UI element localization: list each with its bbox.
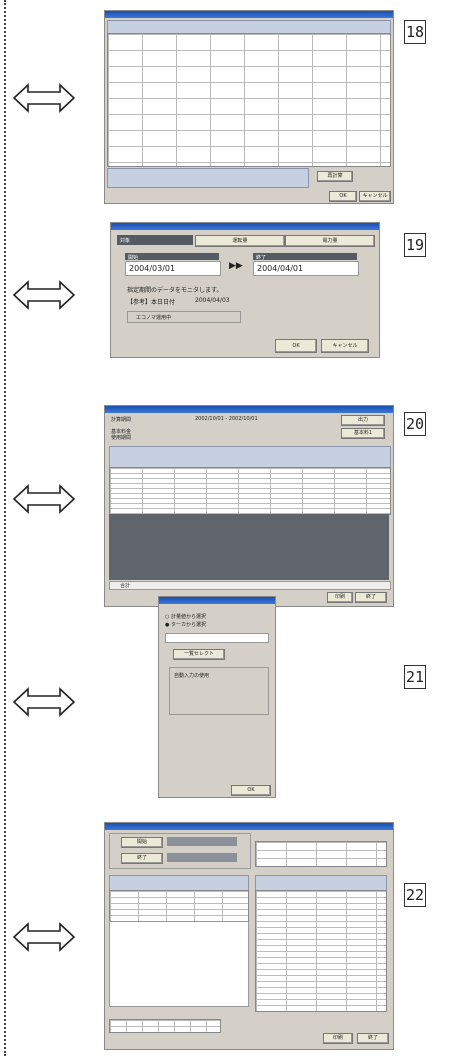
start-label-bar: 開始	[125, 253, 219, 261]
data-table	[107, 33, 391, 167]
data-table	[109, 467, 391, 515]
window-titlebar	[159, 597, 275, 604]
reference-date: 2004/04/03	[195, 297, 230, 304]
print-button[interactable]: 印刷	[327, 592, 353, 603]
radio-option-1[interactable]: ○ 計量値から選択	[165, 613, 206, 620]
step-number: 19	[404, 233, 426, 257]
target-tab: 対象	[117, 235, 193, 245]
list-select-button[interactable]: 一覧セレクト	[173, 649, 225, 660]
forward-icon: ▶▶	[229, 261, 243, 271]
screenshot-22: 開始 終了 印刷 終了	[104, 822, 394, 1050]
bottom-summary-table	[109, 1019, 221, 1033]
step-number: 20	[404, 412, 426, 436]
base-fee-button[interactable]: 基本料1	[341, 428, 385, 439]
description-text: 指定期間のデータをモニタします。	[127, 287, 223, 294]
step-number: 18	[404, 20, 426, 44]
period-label: 計算期間	[111, 417, 132, 423]
right-data-table	[255, 890, 387, 1012]
power-tab[interactable]: 電力量	[285, 235, 375, 247]
left-table-header	[109, 875, 249, 891]
screenshot-18: 再計算 OK キャンセル	[104, 10, 394, 204]
double-arrow-icon	[12, 922, 76, 952]
left-table-empty	[109, 921, 249, 1007]
ok-button[interactable]: OK	[329, 191, 357, 202]
close-button[interactable]: 終了	[355, 592, 387, 603]
group-select[interactable]	[165, 633, 269, 643]
ok-button[interactable]: OK	[275, 339, 317, 353]
window-titlebar	[111, 223, 379, 230]
end-label-bar: 終了	[253, 253, 357, 261]
recalc-button[interactable]: 再計算	[317, 171, 353, 182]
start-button[interactable]: 開始	[121, 837, 163, 848]
reference-label: 【参考】本日日付	[127, 299, 176, 306]
double-arrow-icon	[12, 484, 76, 514]
left-data-table	[109, 890, 249, 922]
end-date-field[interactable]: 2004/04/01	[253, 261, 359, 276]
double-arrow-icon	[12, 280, 76, 310]
start-date-field[interactable]: 2004/03/01	[125, 261, 221, 276]
summary-table	[107, 168, 309, 188]
operation-tab[interactable]: 運転量	[195, 235, 285, 247]
total-row: 合計	[109, 581, 391, 590]
usage-label: 使用期間	[111, 435, 132, 441]
economy-checkbox[interactable]: エコノマ運用中	[127, 311, 241, 323]
window-titlebar	[105, 406, 393, 413]
end-button[interactable]: 終了	[121, 853, 163, 864]
print-button[interactable]: 印刷	[323, 1033, 353, 1044]
auto-input-group: 自動入力の使用	[169, 667, 269, 715]
period-value: 2002/10/01 - 2002/10/01	[195, 416, 258, 422]
radio-option-2[interactable]: ● ターカから選択	[165, 621, 206, 628]
table-header	[107, 20, 391, 34]
right-table-header	[255, 875, 387, 891]
ok-button[interactable]: OK	[231, 785, 271, 796]
window-titlebar	[105, 823, 393, 830]
screenshot-20: 計算期間 基本料金 使用期間 2002/10/01 - 2002/10/01 出…	[104, 405, 394, 607]
dotted-divider-line	[4, 0, 6, 1056]
step-number: 21	[404, 665, 426, 689]
summary-table	[255, 841, 387, 867]
end-value-bar	[167, 853, 237, 862]
start-value-bar	[167, 837, 237, 846]
step-number: 22	[404, 883, 426, 907]
cancel-button[interactable]: キャンセル	[321, 339, 369, 353]
empty-table-area	[109, 514, 389, 580]
table-header	[109, 446, 391, 468]
output-button[interactable]: 出力	[341, 415, 385, 426]
screenshot-21: ○ 計量値から選択 ● ターカから選択 一覧セレクト 自動入力の使用 OK	[158, 596, 276, 798]
screenshot-19: 対象 運転量 電力量 開始 2004/03/01 ▶▶ 終了 2004/04/0…	[110, 222, 380, 358]
cancel-button[interactable]: キャンセル	[359, 191, 391, 202]
window-titlebar	[105, 11, 393, 18]
double-arrow-icon	[12, 687, 76, 717]
double-arrow-icon	[12, 83, 76, 113]
close-button[interactable]: 終了	[357, 1033, 389, 1044]
